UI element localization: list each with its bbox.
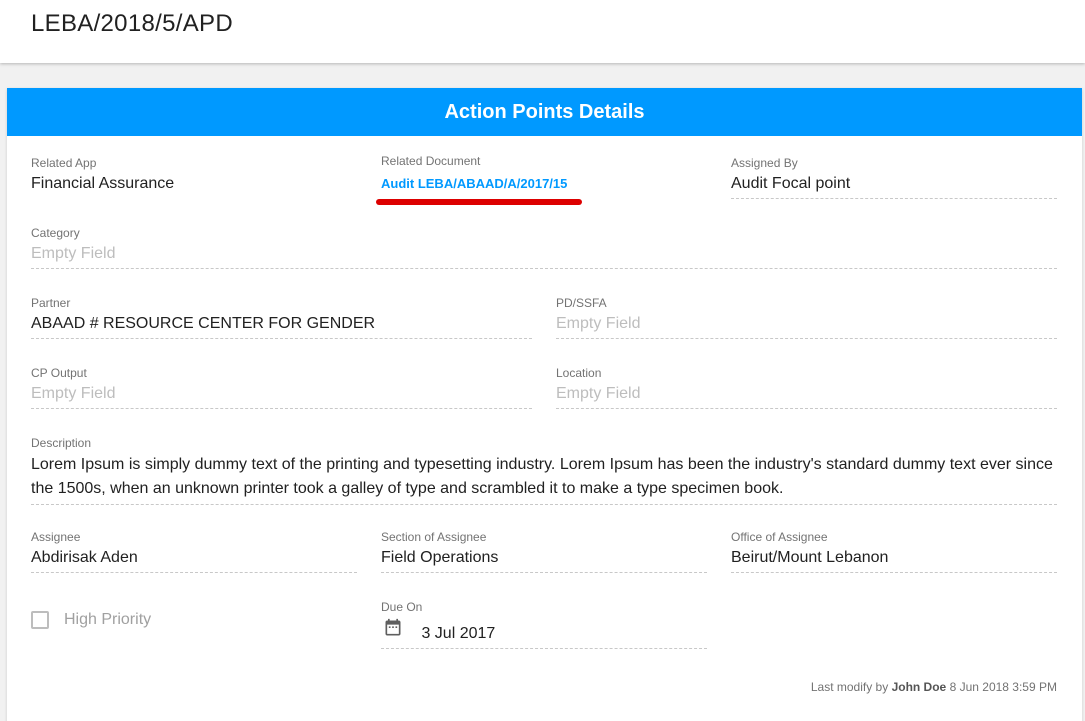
cp-output-label: CP Output: [31, 366, 87, 380]
section-of-assignee-label: Section of Assignee: [381, 530, 487, 544]
related-document-field: Related Document Audit LEBA/ABAAD/A/2017…: [381, 154, 707, 192]
description-field[interactable]: Description Lorem Ipsum is simply dummy …: [31, 436, 1057, 505]
related-app-field: Related App Financial Assurance: [31, 156, 357, 198]
description-value[interactable]: Lorem Ipsum is simply dummy text of the …: [31, 453, 1057, 505]
page-title: LEBA/2018/5/APD: [31, 10, 233, 37]
location-field[interactable]: Location Empty Field: [556, 366, 1057, 409]
due-on-field[interactable]: Due On 3 Jul 2017: [381, 600, 707, 649]
related-app-label: Related App: [31, 156, 97, 170]
assignee-label: Assignee: [31, 530, 81, 544]
description-label: Description: [31, 436, 92, 450]
office-of-assignee-field[interactable]: Office of Assignee Beirut/Mount Lebanon: [731, 530, 1057, 573]
assigned-by-field[interactable]: Assigned By Audit Focal point: [731, 156, 1057, 199]
assignee-field[interactable]: Assignee Abdirisak Aden: [31, 530, 357, 573]
assignee-value[interactable]: Abdirisak Aden: [31, 548, 357, 573]
partner-label: Partner: [31, 296, 71, 310]
last-modified-note: Last modify by John Doe 8 Jun 2018 3:59 …: [811, 680, 1057, 694]
partner-value[interactable]: ABAAD # RESOURCE CENTER FOR GENDER: [31, 314, 532, 339]
office-of-assignee-value[interactable]: Beirut/Mount Lebanon: [731, 548, 1057, 573]
location-label: Location: [556, 366, 602, 380]
last-modified-timestamp: 8 Jun 2018 3:59 PM: [949, 680, 1057, 694]
related-document-link[interactable]: Audit LEBA/ABAAD/A/2017/15: [381, 176, 707, 192]
section-of-assignee-value[interactable]: Field Operations: [381, 548, 707, 573]
office-of-assignee-label: Office of Assignee: [731, 530, 828, 544]
partner-field[interactable]: Partner ABAAD # RESOURCE CENTER FOR GEND…: [31, 296, 532, 339]
category-field[interactable]: Category Empty Field: [31, 226, 1057, 269]
related-app-value: Financial Assurance: [31, 175, 175, 192]
assigned-by-value[interactable]: Audit Focal point: [731, 174, 1057, 199]
pd-ssfa-field[interactable]: PD/SSFA Empty Field: [556, 296, 1057, 339]
assigned-by-label: Assigned By: [731, 156, 798, 170]
high-priority-checkbox-row[interactable]: High Priority: [31, 609, 151, 631]
last-modified-prefix: Last modify by: [810, 680, 889, 694]
last-modified-user: John Doe: [891, 680, 947, 694]
high-priority-label[interactable]: High Priority: [64, 611, 151, 629]
related-document-label: Related Document: [381, 154, 481, 168]
cp-output-value[interactable]: Empty Field: [31, 384, 532, 409]
red-annotation-underline: [376, 199, 582, 205]
high-priority-checkbox[interactable]: [31, 611, 49, 629]
pd-ssfa-value[interactable]: Empty Field: [556, 314, 1057, 339]
card-title: Action Points Details: [7, 88, 1082, 136]
category-value[interactable]: Empty Field: [31, 244, 1057, 269]
section-of-assignee-field[interactable]: Section of Assignee Field Operations: [381, 530, 707, 573]
pd-ssfa-label: PD/SSFA: [556, 296, 607, 310]
page-header: LEBA/2018/5/APD: [0, 0, 1085, 63]
due-on-value: 3 Jul 2017: [421, 625, 496, 642]
cp-output-field[interactable]: CP Output Empty Field: [31, 366, 532, 409]
due-on-input[interactable]: 3 Jul 2017: [381, 618, 707, 649]
action-points-details-card: Action Points Details Related App Financ…: [7, 88, 1082, 721]
location-value[interactable]: Empty Field: [556, 384, 1057, 409]
due-on-label: Due On: [381, 600, 423, 614]
calendar-icon[interactable]: [383, 618, 403, 638]
category-label: Category: [31, 226, 80, 240]
